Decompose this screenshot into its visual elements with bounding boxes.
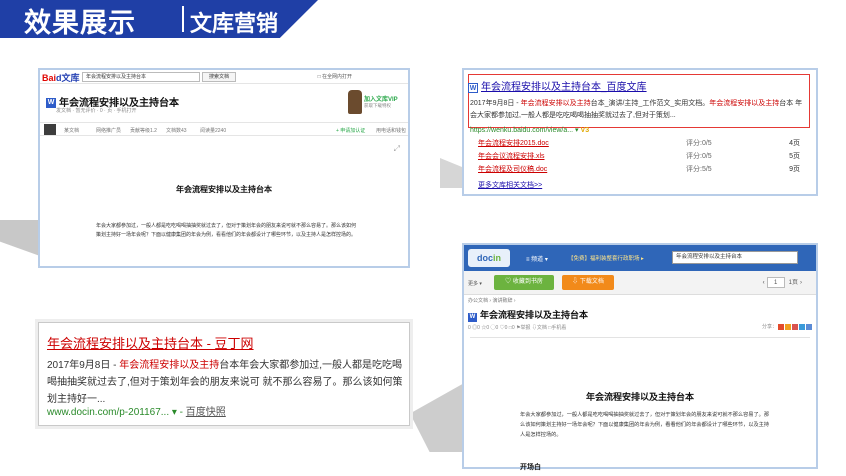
wenku-author-bar: 某文档 网络推广员 贡献等级1.2 文档数43 阅读量2240 + 申请加认证 … — [40, 122, 408, 136]
decor-stripe-middle — [410, 382, 466, 452]
banner-title: 效果展示 — [24, 8, 136, 38]
serp-result-title[interactable]: 年会流程安排以及主持台本 - 豆丁网 — [47, 333, 254, 352]
list-item: 年会流程及司仪稿.doc 评分:5/5 9页 — [478, 164, 800, 177]
share-icon[interactable] — [785, 323, 791, 330]
collect-button[interactable]: ♡ 收藏到书房 — [494, 275, 554, 290]
vip-title: 加入文库VIP — [364, 97, 398, 103]
docin-screenshot: docin ≡ 频道 ▾ 【免费】福利装整套行政职场 ▸ 年会流程安排以及主持台… — [462, 243, 818, 471]
v3-badge: V3 — [580, 127, 590, 134]
serp-result-url[interactable]: www.docin.com/p-201167... ▾ - 百度快照 — [47, 403, 226, 418]
author-stat: 阅读量2240 — [200, 128, 227, 134]
vip-subtitle: 获取下载特权 — [364, 103, 391, 108]
contact-link[interactable]: 用电话和钱包 — [376, 127, 406, 134]
related-doc-link[interactable]: 年会流程及司仪稿.doc — [478, 164, 547, 174]
share-icon[interactable] — [799, 323, 805, 330]
related-docs-list: 年会流程安排2015.doc 评分:0/5 4页 年会会议流程安排.xls 评分… — [478, 138, 800, 177]
serp-result-title[interactable]: W 年会流程安排以及主持台本_百度文库 — [468, 78, 647, 93]
author-name[interactable]: 某文档 — [64, 127, 79, 134]
download-button[interactable]: ⇩ 下载文档 — [562, 275, 614, 290]
list-item: 年会流程安排2015.doc 评分:0/5 4页 — [478, 138, 800, 151]
breadcrumb[interactable]: 办公文档 › 演讲致辞 › — [468, 297, 516, 304]
related-doc-pages: 4页 — [789, 140, 800, 147]
wenku-open-all-link[interactable]: □ 在全网内打开 — [318, 73, 352, 80]
avatar[interactable] — [44, 124, 56, 135]
word-doc-icon: W — [46, 98, 56, 109]
baidu-serp-wenku: W 年会流程安排以及主持台本_百度文库 2017年9月8日 - 年会流程安排以及主… — [462, 68, 818, 196]
related-doc-link[interactable]: 年会流程安排2015.doc — [478, 138, 549, 148]
more-related-link[interactable]: 更多文库相关文档>> — [478, 180, 542, 190]
share-bar: 分享： — [762, 323, 812, 330]
serp-result-url[interactable]: https://wenku.baidu.com/view/a... ▾ V3 — [470, 126, 589, 134]
page-total: 1页 — [788, 280, 798, 286]
wenku-logo[interactable]: Baid文库 — [42, 71, 80, 84]
author-stat: 网络推广员 — [96, 128, 122, 134]
list-item: 年会会议流程安排.xls 评分:0/5 5页 — [478, 151, 800, 164]
header-banner: 效果展示 文库营销 — [0, 0, 318, 38]
serp-result-snippet: 2017年9月8日 - 年会流程安排以及主持台本_演讲/主持_工作范文_实用文档… — [470, 100, 803, 119]
apply-cert-link[interactable]: + 申请加认证 — [336, 127, 365, 134]
related-doc-pages: 5页 — [789, 153, 800, 160]
page-input[interactable]: 1 — [766, 277, 785, 288]
author-stat: 贡献等级1.2 — [130, 128, 157, 134]
wenku-content-body: 年会大家都参加过，一般人都是吃吃喝喝抽抽奖就过去了，但对于策划年会的朋友来说可就… — [96, 223, 357, 238]
wenku-topbar: Baid文库 年会流程安排以及主持台本 搜索文档 □ 在全网内打开 — [40, 70, 408, 84]
docin-search-input[interactable]: 年会流程安排以及主持台本 — [672, 251, 798, 264]
wenku-search-button[interactable]: 搜索文档 — [202, 72, 236, 82]
doc-page: 年会流程安排以及主持台本 年会大家都参加过，一般人都是吃吃喝喝抽抽奖就过去了，但… — [470, 337, 810, 471]
related-doc-score: 评分:0/5 — [686, 140, 712, 147]
page-navigator: ‹ 1 1页 › — [763, 277, 802, 289]
snapshot-link[interactable]: 百度快照 — [186, 407, 226, 418]
docin-navbar: docin ≡ 频道 ▾ 【免费】福利装整套行政职场 ▸ 年会流程安排以及主持台… — [464, 245, 816, 271]
related-doc-link[interactable]: 年会会议流程安排.xls — [478, 151, 545, 161]
word-doc-icon: W — [468, 83, 478, 93]
related-doc-score: 评分:0/5 — [686, 153, 712, 160]
vip-mascot-icon — [348, 90, 362, 114]
related-doc-score: 评分:5/5 — [686, 166, 712, 173]
more-menu[interactable]: 更多 ▾ — [468, 280, 482, 287]
author-stat: 文档数43 — [166, 128, 187, 134]
section-heading: 开场白 — [520, 464, 541, 471]
share-icon[interactable] — [792, 323, 798, 330]
channel-menu[interactable]: ≡ 频道 ▾ — [526, 254, 548, 263]
docin-content-title: 年会流程安排以及主持台本 — [585, 392, 694, 402]
wenku-vip-promo[interactable]: 加入文库VIP 获取下载特权 — [348, 90, 402, 116]
wenku-doc-meta: 发文档 · 暂无评价 · 0 · 页 · 手机打开 — [56, 108, 137, 114]
banner-subtitle: 文库营销 — [190, 11, 279, 36]
page-title: W 年会流程安排以及主持台本 — [468, 310, 589, 322]
wenku-search-input[interactable]: 年会流程安排以及主持台本 — [82, 72, 200, 82]
marketing-slide: 效果展示 文库营销 Baid文库 年会流程安排以及主持台本 搜索文档 □ 在全网… — [0, 0, 846, 476]
banner-divider — [182, 6, 184, 32]
wenku-content-title: 年会流程安排以及主持台本 — [176, 185, 272, 194]
doc-stats: 0 ◎0 ☆0 ◯0 ♡0 □0 ⚑举报 ⇩文档 □手机看 — [468, 325, 567, 331]
word-doc-icon: W — [468, 313, 477, 322]
fullscreen-icon[interactable]: ⤢ — [394, 144, 400, 154]
decor-stripe-top — [440, 158, 462, 188]
share-icon[interactable] — [806, 323, 812, 330]
decor-stripe-left — [0, 220, 40, 256]
serp-result-snippet: 2017年9月8日 - 年会流程安排以及主持台本年会大家都参加过,一般人都是吃吃… — [47, 360, 403, 405]
docin-toolbar: 更多 ▾ ♡ 收藏到书房 ⇩ 下载文档 ‹ 1 1页 › — [464, 271, 816, 295]
docin-logo[interactable]: docin — [468, 249, 510, 267]
share-icon[interactable] — [778, 323, 784, 330]
wenku-screenshot: Baid文库 年会流程安排以及主持台本 搜索文档 □ 在全网内打开 W 年会流程安… — [38, 68, 410, 268]
promo-link[interactable]: 【免费】福利装整套行政职场 ▸ — [568, 254, 644, 262]
baidu-serp-docin: 年会流程安排以及主持台本 - 豆丁网 2017年9月8日 - 年会流程安排以及主… — [38, 322, 410, 426]
related-doc-pages: 9页 — [789, 166, 800, 173]
docin-content-body: 年会大家都参加过，一般人都是吃吃喝喝抽抽奖就过去了，但对于策划年会的朋友来说可就… — [520, 412, 770, 438]
